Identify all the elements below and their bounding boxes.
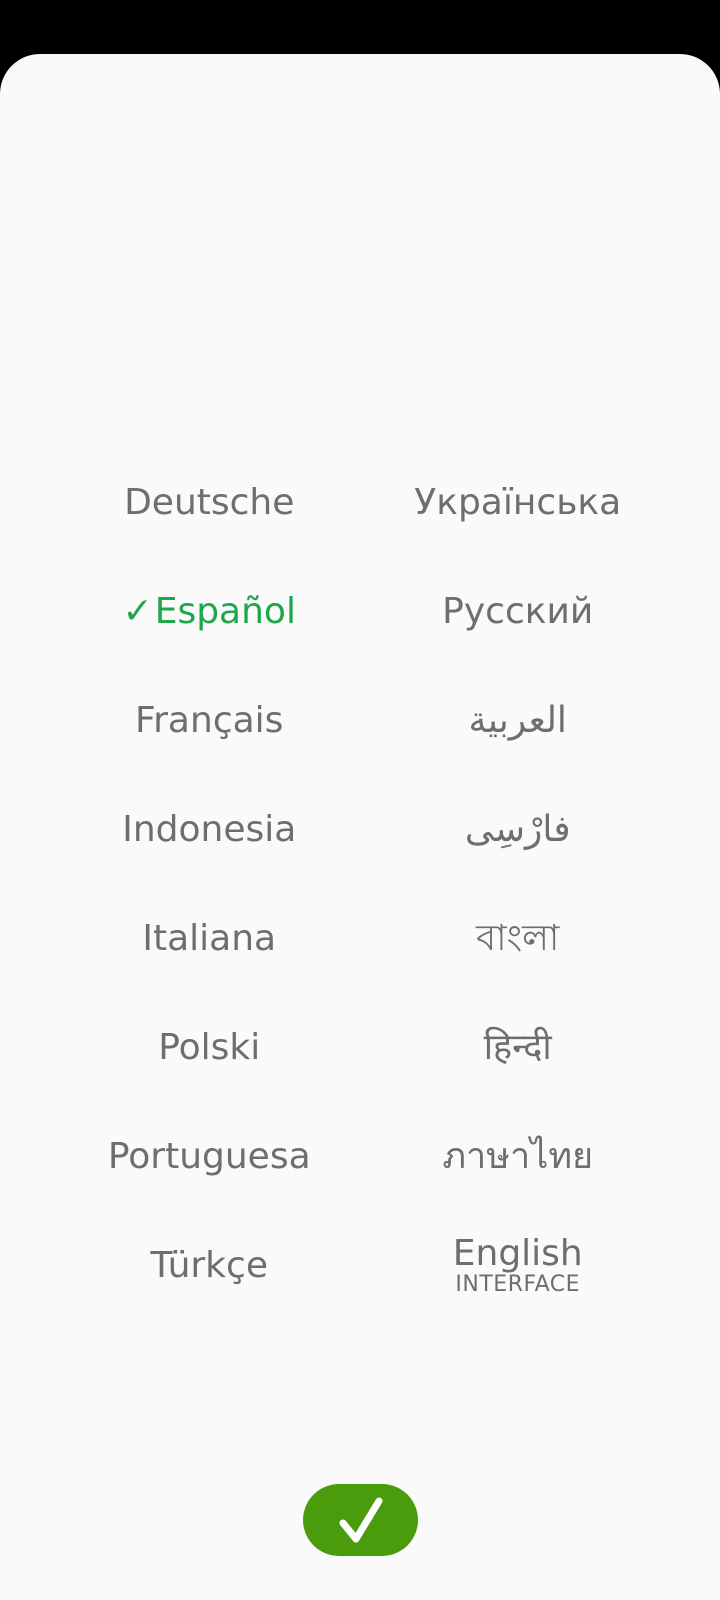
check-icon: ✓ <box>122 590 153 632</box>
language-option-bangla[interactable]: বাংলা <box>364 884 673 993</box>
language-label: فارْسِی <box>464 808 571 850</box>
confirm-button[interactable] <box>303 1484 418 1556</box>
language-row: Polski हिन्दी <box>0 993 720 1102</box>
language-label: Français <box>135 699 284 741</box>
language-option-francais[interactable]: Français <box>55 666 364 775</box>
language-label: ภาษาไทย <box>442 1135 594 1177</box>
language-row: Français العربية <box>0 666 720 775</box>
language-label: Українська <box>414 481 622 523</box>
language-option-italiana[interactable]: Italiana <box>55 884 364 993</box>
language-option-espanol[interactable]: ✓ Español <box>55 557 364 666</box>
language-label: Русский <box>442 590 594 632</box>
language-option-hindi[interactable]: हिन्दी <box>364 993 673 1102</box>
language-option-english[interactable]: English INTERFACE <box>364 1211 673 1320</box>
language-sublabel: INTERFACE <box>455 1271 581 1297</box>
language-row: Italiana বাংলা <box>0 884 720 993</box>
language-row: Deutsche Українська <box>0 448 720 557</box>
language-row: ✓ Español Русский <box>0 557 720 666</box>
language-row: Portuguesa ภาษาไทย <box>0 1102 720 1211</box>
language-option-ukrainian[interactable]: Українська <box>364 448 673 557</box>
language-option-russian[interactable]: Русский <box>364 557 673 666</box>
language-label: Deutsche <box>124 481 295 523</box>
language-picker-sheet: Deutsche Українська ✓ Español Русский Fr… <box>0 54 720 1600</box>
language-label: Indonesia <box>122 808 297 850</box>
language-label: Italiana <box>142 917 277 959</box>
language-row: Türkçe English INTERFACE <box>0 1211 720 1320</box>
language-option-arabic[interactable]: العربية <box>364 666 673 775</box>
language-option-turkce[interactable]: Türkçe <box>55 1211 364 1320</box>
language-label: Türkçe <box>150 1244 268 1286</box>
language-label: Español <box>154 590 296 632</box>
language-option-portuguesa[interactable]: Portuguesa <box>55 1102 364 1211</box>
language-option-indonesia[interactable]: Indonesia <box>55 775 364 884</box>
checkmark-icon <box>339 1497 382 1543</box>
language-option-polski[interactable]: Polski <box>55 993 364 1102</box>
language-row: Indonesia فارْسِی <box>0 775 720 884</box>
language-label: English <box>452 1232 583 1274</box>
language-option-thai[interactable]: ภาษาไทย <box>364 1102 673 1211</box>
language-option-deutsche[interactable]: Deutsche <box>55 448 364 557</box>
language-option-farsi[interactable]: فارْسِی <box>364 775 673 884</box>
language-grid: Deutsche Українська ✓ Español Русский Fr… <box>0 448 720 1320</box>
language-label: Polski <box>158 1026 261 1068</box>
language-label: Portuguesa <box>107 1135 311 1177</box>
language-label: العربية <box>468 699 567 741</box>
language-label: বাংলা <box>476 917 560 959</box>
language-label: हिन्दी <box>483 1026 552 1068</box>
